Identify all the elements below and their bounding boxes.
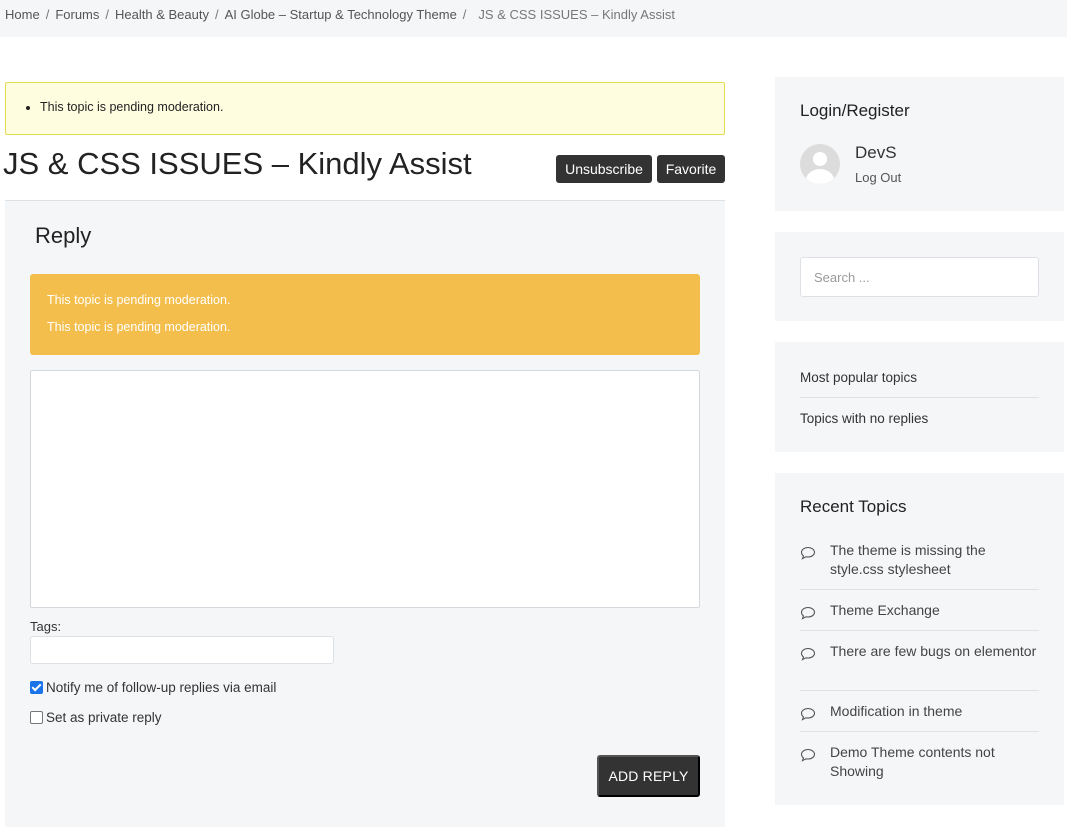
recent-topic-link[interactable]: There are few bugs on elementor [830, 642, 1036, 661]
breadcrumb-separator: / [105, 7, 109, 22]
breadcrumb-home[interactable]: Home [5, 7, 40, 22]
reply-form: Reply This topic is pending moderation. … [5, 201, 725, 827]
most-popular-topics-link[interactable]: Most popular topics [800, 370, 1039, 385]
divider [800, 690, 1039, 691]
breadcrumb-current: JS & CSS ISSUES – Kindly Assist [478, 7, 675, 22]
moderation-notice-text: This topic is pending moderation. [40, 100, 223, 114]
avatar-body-shape [806, 169, 834, 184]
recent-topic-link[interactable]: Modification in theme [830, 702, 962, 721]
comment-bubble-icon [800, 707, 816, 721]
breadcrumb-separator: / [462, 7, 467, 22]
comment-bubble-icon [800, 546, 816, 560]
reply-textarea[interactable] [30, 370, 700, 608]
search-placeholder: Search ... [814, 270, 870, 285]
comment-bubble-icon [800, 606, 816, 620]
login-widget-title: Login/Register [800, 101, 910, 120]
comment-bubble-icon [800, 748, 816, 762]
avatar[interactable] [800, 144, 840, 184]
divider [800, 589, 1039, 590]
recent-topic-item[interactable]: Theme Exchange [800, 601, 1039, 620]
breadcrumb-bar: Home / Forums / Health & Beauty / AI Globe – S… [0, 0, 1067, 37]
recent-topics-title: Recent Topics [800, 497, 907, 516]
recent-topics-widget: Recent Topics The theme is missing the s… [775, 473, 1064, 805]
breadcrumb-theme[interactable]: AI Globe – Startup & Technology Theme [225, 7, 457, 22]
recent-topic-link[interactable]: Theme Exchange [830, 601, 940, 620]
recent-topic-item[interactable]: Demo Theme contents not Showing [800, 743, 1039, 781]
breadcrumb: Home / Forums / Health & Beauty / AI Globe – S… [5, 7, 675, 22]
breadcrumb-separator: / [45, 7, 50, 22]
add-reply-button[interactable]: ADD REPLY [597, 755, 700, 797]
reply-title: Reply [35, 223, 92, 248]
unsubscribe-button[interactable]: Unsubscribe [556, 155, 652, 183]
private-option[interactable]: Set as private reply [30, 710, 162, 725]
topic-links-widget: Most popular topics Topics with no repli… [775, 342, 1064, 452]
username-link[interactable]: DevS [855, 143, 897, 163]
search-widget: Search ... [775, 232, 1064, 321]
pending-warning: This topic is pending moderation. This t… [30, 274, 700, 355]
login-widget: Login/Register DevS Log Out [775, 77, 1064, 211]
breadcrumb-separator: / [214, 7, 219, 22]
notify-option[interactable]: Notify me of follow-up replies via email [30, 680, 276, 695]
private-label: Set as private reply [46, 710, 162, 725]
divider [800, 397, 1039, 398]
pending-warning-text: This topic is pending moderation. [47, 320, 231, 334]
notify-checkbox[interactable] [30, 681, 43, 694]
recent-topic-link[interactable]: Demo Theme contents not Showing [830, 743, 1039, 781]
recent-topic-item[interactable]: Modification in theme [800, 702, 1039, 721]
notify-label: Notify me of follow-up replies via email [46, 680, 277, 695]
breadcrumb-health-beauty[interactable]: Health & Beauty [115, 7, 209, 22]
favorite-button[interactable]: Favorite [657, 155, 725, 183]
comment-bubble-icon [800, 647, 816, 661]
recent-topic-link[interactable]: The theme is missing the style.css style… [830, 541, 1039, 579]
breadcrumb-forums[interactable]: Forums [55, 7, 99, 22]
moderation-notice: This topic is pending moderation. [5, 82, 725, 135]
pending-warning-text: This topic is pending moderation. [47, 293, 231, 307]
topic-title: JS & CSS ISSUES – Kindly Assist [3, 146, 472, 181]
tags-label: Tags: [30, 619, 62, 634]
search-input[interactable]: Search ... [800, 257, 1039, 297]
private-checkbox[interactable] [30, 711, 43, 724]
avatar-head-shape [813, 152, 827, 166]
logout-link[interactable]: Log Out [855, 170, 901, 185]
divider [800, 731, 1039, 732]
recent-topic-item[interactable]: There are few bugs on elementor [800, 642, 1039, 661]
recent-topic-item[interactable]: The theme is missing the style.css style… [800, 541, 1039, 579]
topics-no-replies-link[interactable]: Topics with no replies [800, 411, 1039, 426]
tags-input[interactable] [30, 636, 334, 664]
divider [800, 630, 1039, 631]
